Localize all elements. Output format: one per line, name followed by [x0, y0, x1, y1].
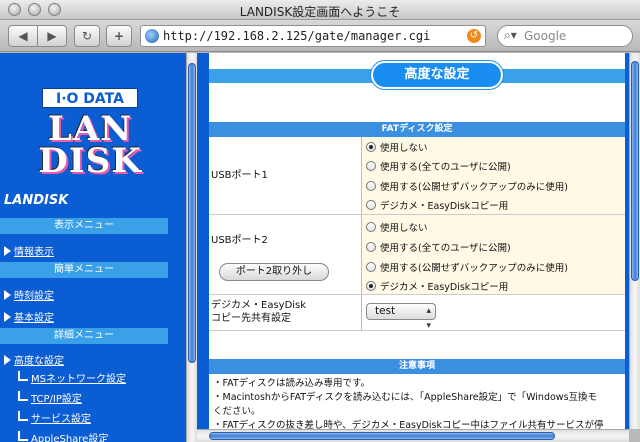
sidebar-subitem-msnetwork[interactable]: MSネットワーク設定 [18, 370, 126, 385]
triangle-icon [4, 290, 11, 300]
address-bar[interactable]: http://192.168.2.125/gate/manager.cgi ↺ [140, 25, 486, 47]
usb2-cell: USBポート2 ポート2取り外し [209, 215, 361, 295]
horizontal-scroll-thumb[interactable] [209, 432, 555, 440]
radio[interactable] [366, 242, 376, 252]
notes-section-header: 注意事項 [209, 359, 625, 374]
tree-branch-icon [18, 371, 28, 381]
usb1-options: 使用しない 使用する(全てのユーザに公開) 使用する(公開せずバックアップのみに… [361, 137, 625, 215]
share-label-line2: コピー先共有設定 [211, 313, 291, 324]
share-label-line1: デジカメ・EasyDisk [211, 300, 307, 311]
usb2-label: USBポート2 [211, 235, 268, 246]
radio[interactable] [366, 222, 376, 232]
select-arrows-icon: ▴ ▾ [426, 306, 431, 331]
triangle-icon [4, 312, 11, 322]
window-title: LANDISK設定画面へようこそ [239, 5, 401, 19]
tree-branch-icon [18, 431, 28, 441]
radio-selected[interactable] [366, 281, 376, 291]
note-line: ください。 [213, 406, 261, 417]
usb2-options: 使用しない 使用する(全てのユーザに公開) 使用する(公開せずバックアップのみに… [361, 215, 625, 295]
usb2-option-3[interactable]: デジカメ・EasyDiskコピー用 [366, 279, 508, 293]
note-line: ・MacintoshからFATディスクを読み込むには、「AppleShare設定… [213, 392, 598, 403]
back-arrow-icon: ◀ [18, 29, 28, 43]
tree-branch-icon [18, 391, 28, 401]
menu-header-easy: 簡単メニュー [0, 262, 168, 278]
main-content: 高度な設定 FATディスク設定 USBポート1 使用しない 使用する(全てのユー… [209, 53, 625, 429]
product-name: LANDISK [4, 193, 69, 208]
note-line: ・FATディスクは読み込み専用です。 [213, 378, 371, 389]
usb1-option-1[interactable]: 使用する(全てのユーザに公開) [366, 159, 511, 173]
usb2-option-2[interactable]: 使用する(公開せずバックアップのみに使用) [366, 260, 568, 274]
page-title: 高度な設定 [371, 61, 503, 89]
share-cell: test ▴ ▾ [361, 295, 625, 331]
sidebar-subitem-appleshare[interactable]: AppleShare設定 [18, 430, 108, 442]
reload-icon: ↻ [81, 29, 93, 43]
triangle-icon [4, 355, 11, 365]
reload-button[interactable]: ↻ [74, 25, 100, 47]
back-button[interactable]: ◀ [8, 25, 38, 47]
window-titlebar: LANDISK設定画面へようこそ [0, 0, 640, 20]
search-field[interactable]: ⌕▾ Google [497, 25, 633, 47]
main-scroll-thumb[interactable] [631, 61, 639, 281]
browser-toolbar: ◀ ▶ ↻ + http://192.168.2.125/gate/manage… [0, 20, 640, 52]
sidebar-item-basic[interactable]: 基本設定 [4, 309, 54, 324]
sidebar-frame: I·O DATA LAN DISK LANDISK 表示メニュー 情報表示 簡単… [0, 53, 186, 442]
logo-area: I·O DATA LAN DISK [0, 53, 186, 193]
sidebar-item-advanced[interactable]: 高度な設定 [4, 352, 64, 367]
fat-section-header: FATディスク設定 [209, 122, 625, 137]
main-scrollbar[interactable] [629, 53, 640, 429]
menu-header-display: 表示メニュー [0, 218, 168, 234]
usb1-option-2[interactable]: 使用する(公開せずバックアップのみに使用) [366, 179, 568, 193]
iodata-logo: I·O DATA [42, 88, 138, 108]
main-horizontal-scrollbar[interactable] [197, 429, 629, 442]
snapback-icon[interactable]: ↺ [467, 29, 481, 43]
main-frame: 高度な設定 FATディスク設定 USBポート1 使用しない 使用する(全てのユー… [197, 53, 629, 429]
note-line: ・FATディスクの抜き差し時や、デジカメ・EasyDiskコピー中はファイル共有… [213, 420, 604, 429]
share-select-value: test [375, 305, 396, 317]
notes-list: ・FATディスクは読み込み専用です。 ・MacintoshからFATディスクを読… [213, 377, 621, 429]
add-bookmark-button[interactable]: + [106, 25, 132, 47]
menu-header-detail: 詳細メニュー [0, 328, 168, 344]
radio[interactable] [366, 200, 376, 210]
share-label: デジカメ・EasyDisk コピー先共有設定 [209, 295, 361, 331]
search-icon: ⌕▾ [504, 28, 517, 42]
usb1-option-3[interactable]: デジカメ・EasyDiskコピー用 [366, 198, 508, 212]
globe-icon [145, 29, 159, 43]
landisk-logo: LAN DISK [34, 112, 146, 181]
usb2-option-1[interactable]: 使用する(全てのユーザに公開) [366, 240, 511, 254]
triangle-icon [4, 246, 11, 256]
radio-selected[interactable] [366, 142, 376, 152]
logo-line2: DISK [38, 141, 142, 181]
usb2-option-0[interactable]: 使用しない [366, 220, 428, 234]
sidebar-scroll-thumb[interactable] [188, 63, 196, 363]
search-placeholder: Google [524, 29, 567, 43]
sidebar-scrollbar[interactable] [186, 53, 197, 442]
sidebar-subitem-tcpip[interactable]: TCP/IP設定 [18, 390, 82, 405]
remove-port2-button[interactable]: ポート2取り外し [219, 263, 329, 281]
usb1-label: USBポート1 [209, 137, 361, 215]
forward-button[interactable]: ▶ [37, 25, 67, 47]
tree-branch-icon [18, 411, 28, 421]
forward-arrow-icon: ▶ [47, 29, 57, 43]
radio[interactable] [366, 181, 376, 191]
url-text: http://192.168.2.125/gate/manager.cgi [163, 29, 431, 43]
sidebar-item-info[interactable]: 情報表示 [4, 243, 54, 258]
radio[interactable] [366, 161, 376, 171]
usb1-option-0[interactable]: 使用しない [366, 140, 428, 154]
sidebar-subitem-service[interactable]: サービス設定 [18, 410, 91, 425]
plus-icon: + [113, 29, 125, 43]
radio[interactable] [366, 262, 376, 272]
share-select[interactable]: test ▴ ▾ [366, 303, 436, 331]
sidebar-item-time[interactable]: 時刻設定 [4, 287, 54, 302]
